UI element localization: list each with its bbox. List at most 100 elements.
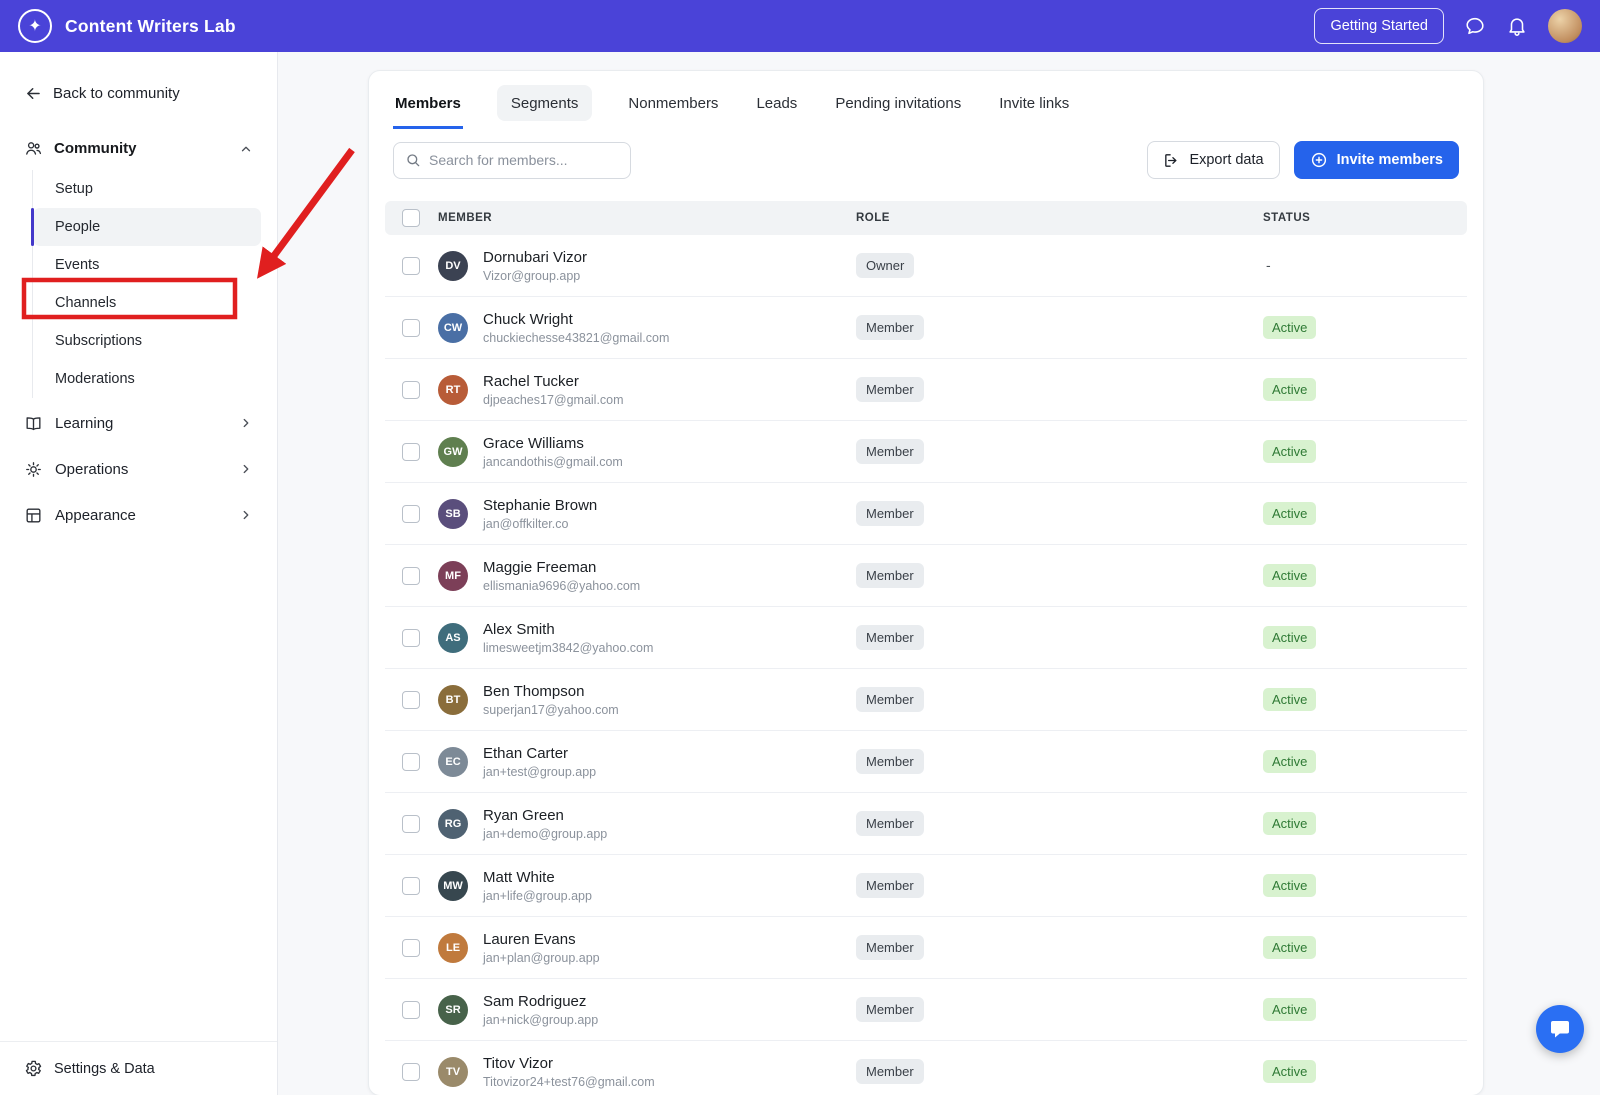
- row-checkbox[interactable]: [402, 815, 420, 833]
- member-email: jan@offkilter.co: [483, 517, 597, 531]
- sidebar-item-appearance[interactable]: Appearance: [0, 492, 277, 538]
- chevron-right-icon: [239, 508, 253, 522]
- sidebar-item-people[interactable]: People: [33, 208, 261, 246]
- row-checkbox[interactable]: [402, 691, 420, 709]
- status-badge: Active: [1263, 812, 1316, 835]
- community-subnav: Setup People Events Channels Subscriptio…: [32, 170, 277, 398]
- member-email: djpeaches17@gmail.com: [483, 393, 624, 407]
- member-email: jan+test@group.app: [483, 765, 596, 779]
- table-row[interactable]: GW Grace Williams jancandothis@gmail.com…: [385, 421, 1467, 483]
- row-checkbox[interactable]: [402, 257, 420, 275]
- member-email: ellismania9696@yahoo.com: [483, 579, 640, 593]
- user-avatar[interactable]: [1548, 9, 1582, 43]
- sidebar-item-setup[interactable]: Setup: [33, 170, 261, 208]
- chat-launcher-button[interactable]: [1536, 1005, 1584, 1053]
- table-row[interactable]: EC Ethan Carter jan+test@group.app Membe…: [385, 731, 1467, 793]
- messages-icon[interactable]: [1464, 15, 1486, 37]
- select-all-checkbox[interactable]: [402, 209, 420, 227]
- sidebar-item-events[interactable]: Events: [33, 246, 261, 284]
- member-email: Titovizor24+test76@gmail.com: [483, 1075, 655, 1089]
- member-name: Dornubari Vizor: [483, 249, 587, 266]
- settings-and-data-link[interactable]: Settings & Data: [0, 1041, 277, 1095]
- sidebar-item-learning[interactable]: Learning: [0, 400, 277, 446]
- member-avatar: CW: [438, 313, 468, 343]
- tab-pending-invitations[interactable]: Pending invitations: [833, 77, 963, 129]
- chevron-right-icon: [239, 462, 253, 476]
- sidebar-item-operations[interactable]: Operations: [0, 446, 277, 492]
- table-row[interactable]: SB Stephanie Brown jan@offkilter.co Memb…: [385, 483, 1467, 545]
- sidebar-group-community[interactable]: Community: [0, 139, 277, 158]
- role-badge: Member: [856, 997, 924, 1022]
- member-name: Ethan Carter: [483, 745, 596, 762]
- getting-started-button[interactable]: Getting Started: [1314, 8, 1444, 44]
- tab-invite-links[interactable]: Invite links: [997, 77, 1071, 129]
- role-badge: Member: [856, 501, 924, 526]
- row-checkbox[interactable]: [402, 505, 420, 523]
- members-table: MEMBER ROLE STATUS DV Dornubari Vizor Vi…: [385, 201, 1467, 1095]
- row-checkbox[interactable]: [402, 629, 420, 647]
- status-badge: Active: [1263, 998, 1316, 1021]
- members-tabs: Members Segments Nonmembers Leads Pendin…: [369, 71, 1483, 129]
- row-checkbox[interactable]: [402, 939, 420, 957]
- row-checkbox[interactable]: [402, 381, 420, 399]
- table-row[interactable]: SR Sam Rodriguez jan+nick@group.app Memb…: [385, 979, 1467, 1041]
- row-checkbox[interactable]: [402, 567, 420, 585]
- member-avatar: SR: [438, 995, 468, 1025]
- role-badge: Member: [856, 377, 924, 402]
- table-row[interactable]: RG Ryan Green jan+demo@group.app Member …: [385, 793, 1467, 855]
- search-icon: [405, 152, 421, 168]
- back-to-community-link[interactable]: Back to community: [0, 52, 277, 103]
- export-data-button[interactable]: Export data: [1147, 141, 1279, 179]
- row-checkbox[interactable]: [402, 443, 420, 461]
- member-avatar: DV: [438, 251, 468, 281]
- table-row[interactable]: AS Alex Smith limesweetjm3842@yahoo.com …: [385, 607, 1467, 669]
- role-badge: Member: [856, 873, 924, 898]
- notifications-bell-icon[interactable]: [1506, 15, 1528, 37]
- table-row[interactable]: CW Chuck Wright chuckiechesse43821@gmail…: [385, 297, 1467, 359]
- table-row[interactable]: BT Ben Thompson superjan17@yahoo.com Mem…: [385, 669, 1467, 731]
- role-badge: Member: [856, 811, 924, 836]
- row-checkbox[interactable]: [402, 877, 420, 895]
- row-checkbox[interactable]: [402, 319, 420, 337]
- status-badge: Active: [1263, 874, 1316, 897]
- role-badge: Member: [856, 563, 924, 588]
- app-logo-icon: ✦: [18, 9, 52, 43]
- row-checkbox[interactable]: [402, 1063, 420, 1081]
- column-header-status: STATUS: [1263, 212, 1467, 224]
- sidebar-item-channels[interactable]: Channels: [33, 284, 261, 322]
- member-avatar: GW: [438, 437, 468, 467]
- member-email: jan+demo@group.app: [483, 827, 607, 841]
- sidebar-item-subscriptions[interactable]: Subscriptions: [33, 322, 261, 360]
- status-badge: Active: [1263, 502, 1316, 525]
- appearance-layout-icon: [24, 506, 43, 525]
- invite-members-button[interactable]: Invite members: [1294, 141, 1459, 179]
- tab-members[interactable]: Members: [393, 77, 463, 129]
- member-email: limesweetjm3842@yahoo.com: [483, 641, 653, 655]
- member-email: jancandothis@gmail.com: [483, 455, 623, 469]
- sidebar-item-moderations[interactable]: Moderations: [33, 360, 261, 398]
- row-checkbox[interactable]: [402, 753, 420, 771]
- role-badge: Member: [856, 749, 924, 774]
- table-row[interactable]: MW Matt White jan+life@group.app Member …: [385, 855, 1467, 917]
- tab-segments[interactable]: Segments: [497, 85, 593, 121]
- member-email: chuckiechesse43821@gmail.com: [483, 331, 669, 345]
- table-row[interactable]: DV Dornubari Vizor Vizor@group.app Owner…: [385, 235, 1467, 297]
- member-avatar: SB: [438, 499, 468, 529]
- member-avatar: MW: [438, 871, 468, 901]
- learning-book-icon: [24, 414, 43, 433]
- tab-nonmembers[interactable]: Nonmembers: [626, 77, 720, 129]
- member-name: Lauren Evans: [483, 931, 600, 948]
- table-row[interactable]: LE Lauren Evans jan+plan@group.app Membe…: [385, 917, 1467, 979]
- role-badge: Member: [856, 1059, 924, 1084]
- role-badge: Member: [856, 315, 924, 340]
- member-name: Sam Rodriguez: [483, 993, 598, 1010]
- table-row[interactable]: TV Titov Vizor Titovizor24+test76@gmail.…: [385, 1041, 1467, 1095]
- member-avatar: AS: [438, 623, 468, 653]
- search-input[interactable]: [429, 152, 619, 168]
- role-badge: Member: [856, 687, 924, 712]
- role-badge: Member: [856, 935, 924, 960]
- tab-leads[interactable]: Leads: [754, 77, 799, 129]
- row-checkbox[interactable]: [402, 1001, 420, 1019]
- table-row[interactable]: MF Maggie Freeman ellismania9696@yahoo.c…: [385, 545, 1467, 607]
- table-row[interactable]: RT Rachel Tucker djpeaches17@gmail.com M…: [385, 359, 1467, 421]
